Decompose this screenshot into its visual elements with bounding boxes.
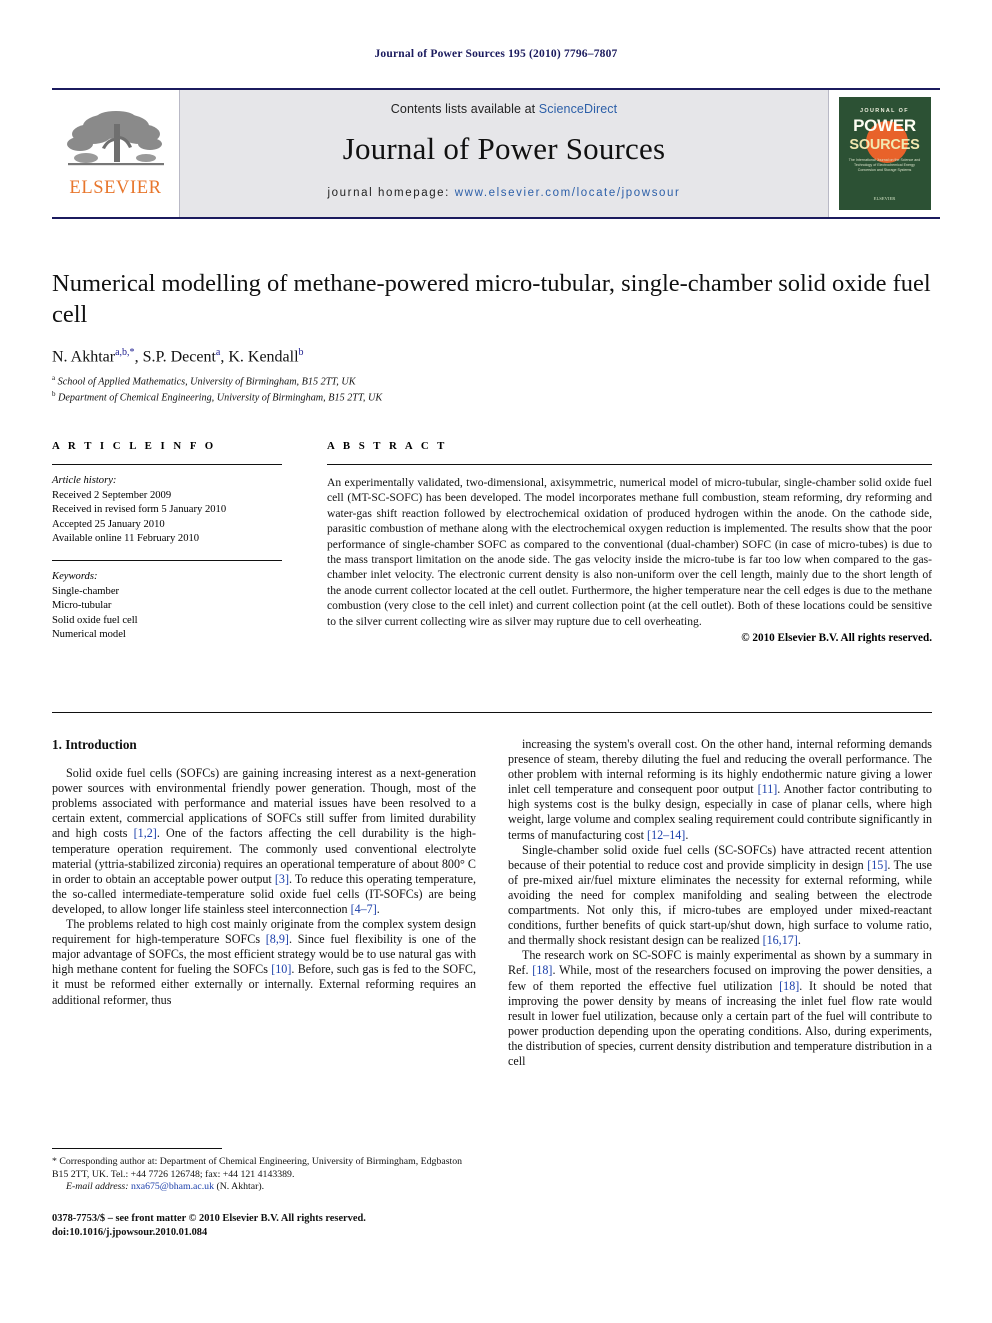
affiliation-item: b Department of Chemical Engineering, Un…	[52, 390, 383, 404]
keyword-item: Numerical model	[52, 629, 126, 641]
body-column-left: 1. Introduction Solid oxide fuel cells (…	[52, 737, 476, 1008]
contents-prefix: Contents lists available at	[390, 102, 539, 116]
body-column-right: increasing the system's overall cost. On…	[508, 737, 932, 1069]
keyword-item: Single-chamber	[52, 585, 120, 597]
article-history-item: Received in revised form 5 January 2010	[52, 504, 227, 516]
right-column-paragraphs: increasing the system's overall cost. On…	[508, 737, 932, 1069]
abstract-copyright: © 2010 Elsevier B.V. All rights reserved…	[741, 632, 932, 645]
keywords-label: Keywords:	[52, 570, 98, 582]
masthead-center: Contents lists available at ScienceDirec…	[180, 90, 828, 217]
body-paragraph: Solid oxide fuel cells (SOFCs) are gaini…	[52, 766, 477, 916]
running-head: Journal of Power Sources 195 (2010) 7796…	[374, 48, 618, 60]
journal-homepage-line: journal homepage: www.elsevier.com/locat…	[328, 187, 681, 199]
abstract-text: An experimentally validated, two-dimensi…	[327, 476, 932, 628]
paper-title: Numerical modelling of methane-powered m…	[52, 270, 931, 328]
abstract-box: A B S T R A C T An experimentally valida…	[327, 440, 932, 644]
keyword-item: Micro-tubular	[52, 600, 112, 612]
section-heading-introduction: 1. Introduction	[52, 737, 137, 752]
article-history-group: Article history: Received 2 September 20…	[52, 474, 282, 547]
email-label: E-mail address:	[66, 1181, 129, 1192]
homepage-label: journal homepage:	[327, 187, 455, 199]
journal-title: Journal of Power Sources	[342, 131, 666, 166]
body-paragraph: increasing the system's overall cost. On…	[508, 737, 932, 842]
email-link[interactable]: nxa675@bham.ac.uk	[131, 1181, 214, 1192]
keywords-items: Single-chamber Micro-tubular Solid oxide f…	[52, 585, 282, 643]
affiliation-list: a School of Applied Mathematics, Univers…	[52, 372, 932, 405]
sciencedirect-link[interactable]: ScienceDirect	[539, 102, 617, 116]
issn-front-matter: 0378-7753/$ – see front matter © 2010 El…	[52, 1213, 366, 1224]
body-paragraph: The problems related to high cost mainly…	[52, 917, 476, 1007]
author-list: N. Akhtara,b,*, S.P. Decenta, K. Kendall…	[52, 347, 304, 366]
journal-masthead: ELSEVIER Contents lists available at Sci…	[52, 88, 940, 219]
contents-available-line: Contents lists available at ScienceDirec…	[391, 102, 617, 116]
article-history-items: Received 2 September 2009 Received in rev…	[52, 489, 282, 547]
cover-art: JOURNAL OF POWER SOURCES The Internation…	[838, 97, 931, 210]
elsevier-logo: ELSEVIER	[52, 90, 180, 217]
colophon-block: 0378-7753/$ – see front matter © 2010 El…	[52, 1212, 512, 1240]
doi-line: doi:10.1016/j.jpowsour.2010.01.084	[52, 1227, 208, 1238]
email-note: E-mail address: nxa675@bham.ac.uk (N. Ak…	[52, 1181, 476, 1194]
cover-subtitle: The International Journal on the Science…	[848, 158, 921, 172]
homepage-url-link[interactable]: www.elsevier.com/locate/jpowsour	[455, 187, 681, 199]
column-separator-rule	[52, 712, 932, 713]
keyword-item: Solid oxide fuel cell	[52, 614, 138, 626]
cover-sources-label: SOURCES	[849, 137, 920, 153]
article-info-box: A R T I C L E I N F O Article history: R…	[52, 440, 282, 643]
body-paragraph: Single-chamber solid oxide fuel cells (S…	[508, 842, 933, 948]
cover-publisher-label: ELSEVIER	[873, 196, 896, 201]
left-column-paragraphs: Solid oxide fuel cells (SOFCs) are gaini…	[52, 766, 476, 1008]
elsevier-wordmark: ELSEVIER	[69, 178, 162, 198]
article-history-item: Available online 11 February 2010	[52, 533, 200, 545]
cover-power-label: POWER	[853, 116, 916, 135]
article-info-rule	[52, 464, 282, 465]
cover-journal-of-label: JOURNAL OF	[860, 108, 909, 114]
footnote-block: * Corresponding author at: Department of…	[52, 1156, 476, 1194]
affiliation-item: a School of Applied Mathematics, Univers…	[52, 374, 356, 388]
article-history-item: Accepted 25 January 2010	[52, 518, 165, 530]
corresponding-author-note: * Corresponding author at: Department of…	[52, 1156, 463, 1180]
article-history-label: Article history:	[52, 475, 117, 486]
article-info-heading: A R T I C L E I N F O	[52, 440, 217, 452]
abstract-heading: A B S T R A C T	[327, 440, 448, 452]
paper-page: Journal of Power Sources 195 (2010) 7796…	[0, 0, 992, 1323]
elsevier-tree-icon	[66, 111, 164, 166]
abstract-rule	[327, 464, 932, 465]
journal-cover-thumbnail: JOURNAL OF POWER SOURCES The Internation…	[828, 90, 940, 217]
article-history-item: Received 2 September 2009	[52, 489, 172, 501]
keywords-rule	[52, 559, 282, 561]
footnote-rule	[52, 1148, 222, 1149]
email-owner: (N. Akhtar).	[216, 1181, 265, 1192]
body-paragraph: The research work on SC-SOFC is mainly e…	[508, 948, 932, 1068]
keywords-group: Keywords: Single-chamber Micro-tubular Sol…	[52, 570, 282, 643]
